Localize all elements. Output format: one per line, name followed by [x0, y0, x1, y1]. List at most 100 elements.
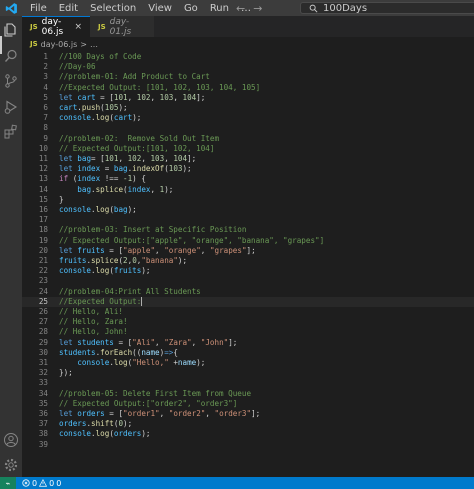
code-line[interactable]: 21 fruits.splice(2,0,"banana");	[22, 256, 474, 266]
code-token: orders	[113, 429, 142, 439]
code-line[interactable]: 22 console.log(fruits);	[22, 266, 474, 276]
code-line[interactable]: 29 let students = ["Ali", "Zara", "John"]…	[22, 338, 474, 348]
code-line[interactable]: 17	[22, 215, 474, 225]
code-line[interactable]: 7 console.log(cart);	[22, 113, 474, 123]
close-icon[interactable]: ×	[74, 22, 82, 32]
account-icon[interactable]	[3, 432, 19, 448]
line-number: 8	[43, 123, 48, 133]
run-debug-icon[interactable]	[3, 99, 19, 115]
code-line[interactable]: 25 //Expected Output:	[22, 296, 474, 307]
search-icon[interactable]	[3, 48, 19, 64]
code-text: fruits.splice(2,0,"banana");	[59, 256, 187, 266]
code-token: ,	[200, 245, 210, 255]
code-text: console.log(orders);	[59, 429, 150, 439]
code-token: forEach	[100, 347, 133, 357]
code-token: //problem-03: Insert at Specific Positio…	[59, 225, 247, 235]
code-text: //problem-03: Insert at Specific Positio…	[59, 225, 246, 235]
code-line[interactable]: 3 //problem-01: Add Product to Cart	[22, 72, 474, 82]
code-token: console	[59, 113, 92, 123]
code-line[interactable]: 8	[22, 123, 474, 133]
menu-view[interactable]: View	[142, 3, 178, 14]
tab-day-06[interactable]: JS day-06.js ×	[22, 16, 90, 37]
code-token: // Hello, Zara!	[59, 317, 128, 327]
code-line[interactable]: 28 // Hello, John!	[22, 327, 474, 337]
code-line[interactable]: 15}	[22, 195, 474, 205]
code-line[interactable]: 39	[22, 440, 474, 450]
code-token: console	[59, 266, 92, 276]
menu-file[interactable]: File	[24, 3, 53, 14]
menu-selection[interactable]: Selection	[84, 3, 142, 14]
code-line[interactable]: 6 cart.push(105);	[22, 103, 474, 113]
code-token: "order1"	[123, 409, 160, 418]
code-token: = [	[95, 92, 114, 102]
code-token: ,	[127, 92, 137, 102]
back-button[interactable]: ←	[236, 2, 245, 15]
code-line[interactable]: 10 // Expected Output:[101, 102, 104]	[22, 144, 474, 154]
code-line[interactable]: 5 let cart = [101, 102, 103, 104];	[22, 93, 474, 103]
code-token: "order3"	[214, 409, 252, 418]
code-line[interactable]: 30 students.forEach((name)=>{	[22, 348, 474, 358]
settings-gear-icon[interactable]	[3, 457, 19, 473]
line-number: 5	[43, 92, 48, 102]
nav-arrows: ← →	[236, 0, 262, 16]
code-line[interactable]: 24 //problem-04:Print All Students	[22, 287, 474, 297]
code-text: // Expected Output:[101, 102, 104]	[59, 144, 214, 154]
code-line[interactable]: 31 console.log("Hello," +name);	[22, 358, 474, 368]
tab-day-01[interactable]: JS day-01.js	[90, 16, 154, 37]
code-token: 103	[159, 92, 174, 102]
code-line[interactable]: 27 // Hello, Zara!	[22, 317, 474, 327]
code-token: 104	[182, 92, 197, 102]
code-line[interactable]: 32});	[22, 368, 474, 378]
code-token: bag	[113, 205, 128, 214]
line-number: 1	[43, 52, 48, 61]
code-line[interactable]: 37 orders.shift(0);	[22, 419, 474, 429]
code-line[interactable]: 9 //problem-02: Remove Sold Out Item	[22, 134, 474, 144]
forward-button[interactable]: →	[253, 2, 262, 15]
code-line[interactable]: 35 // Expected Output:["order2", "order3"…	[22, 399, 474, 409]
code-line[interactable]: 12 let index = bag.indexOf(103);	[22, 164, 474, 174]
code-text: //problem-01: Add Product to Cart	[59, 72, 210, 82]
explorer-icon[interactable]	[3, 22, 19, 38]
code-text: //Expected Output:	[59, 297, 143, 307]
code-token: console	[59, 429, 92, 439]
breadcrumb-file[interactable]: day-06.js	[41, 40, 78, 49]
code-line[interactable]: 19 // Expected Output:["apple", "orange",…	[22, 236, 474, 246]
code-line[interactable]: 16 console.log(bag);	[22, 205, 474, 215]
menu-go[interactable]: Go	[178, 3, 204, 14]
line-number: 38	[38, 429, 48, 439]
code-line[interactable]: 11 let bag= [101, 102, 103, 104];	[22, 154, 474, 164]
line-number: 22	[38, 266, 48, 276]
code-token: push	[81, 103, 101, 112]
code-line[interactable]: 18 //problem-03: Insert at Specific Posit…	[22, 225, 474, 235]
code-line[interactable]: 4 //Expected Output: [101, 102, 103, 104,…	[22, 83, 474, 93]
code-line[interactable]: 1 //100 Days of Code	[22, 52, 474, 62]
code-line[interactable]: 23	[22, 276, 474, 286]
code-text: cart.push(105);	[59, 103, 128, 113]
code-editor[interactable]: 1 //100 Days of Code 2 //Day-06 3 //problem-0…	[22, 50, 474, 477]
problems-indicator[interactable]: 0 0 0	[22, 479, 61, 488]
remote-icon[interactable]: ⌁	[0, 477, 16, 489]
code-line[interactable]: 20 let fruits = ["apple", "orange", "grap…	[22, 246, 474, 256]
command-center-search[interactable]: 100Days	[300, 2, 474, 14]
source-control-icon[interactable]	[3, 73, 19, 89]
code-line[interactable]: 2 //Day-06	[22, 62, 474, 72]
code-token: log	[113, 358, 128, 367]
code-line[interactable]: 36 let orders = ["order1", "order2", "ord…	[22, 409, 474, 419]
code-token: // Expected Output:[101, 102, 104]	[59, 143, 215, 153]
tab-label: day-01.js	[109, 16, 132, 37]
code-line[interactable]: 33	[22, 378, 474, 388]
code-token: ];	[187, 154, 197, 163]
code-line[interactable]: 38 console.log(orders);	[22, 429, 474, 439]
menu-run[interactable]: Run	[204, 3, 235, 14]
code-line[interactable]: 34 //problem-05: Delete First Item from Q…	[22, 389, 474, 399]
code-line[interactable]: 26 // Hello, Ali!	[22, 307, 474, 317]
code-token: "Hello,"	[132, 358, 169, 367]
code-text: console.log(fruits);	[59, 266, 150, 276]
code-line[interactable]: 14 bag.splice(index, 1);	[22, 185, 474, 195]
breadcrumb-symbols[interactable]: …	[90, 40, 98, 49]
code-token: {	[173, 347, 178, 357]
extensions-icon[interactable]	[3, 124, 19, 140]
code-line[interactable]: 13 if (index !== -1) {	[22, 174, 474, 184]
menu-edit[interactable]: Edit	[53, 3, 84, 14]
line-number: 15	[38, 194, 48, 204]
